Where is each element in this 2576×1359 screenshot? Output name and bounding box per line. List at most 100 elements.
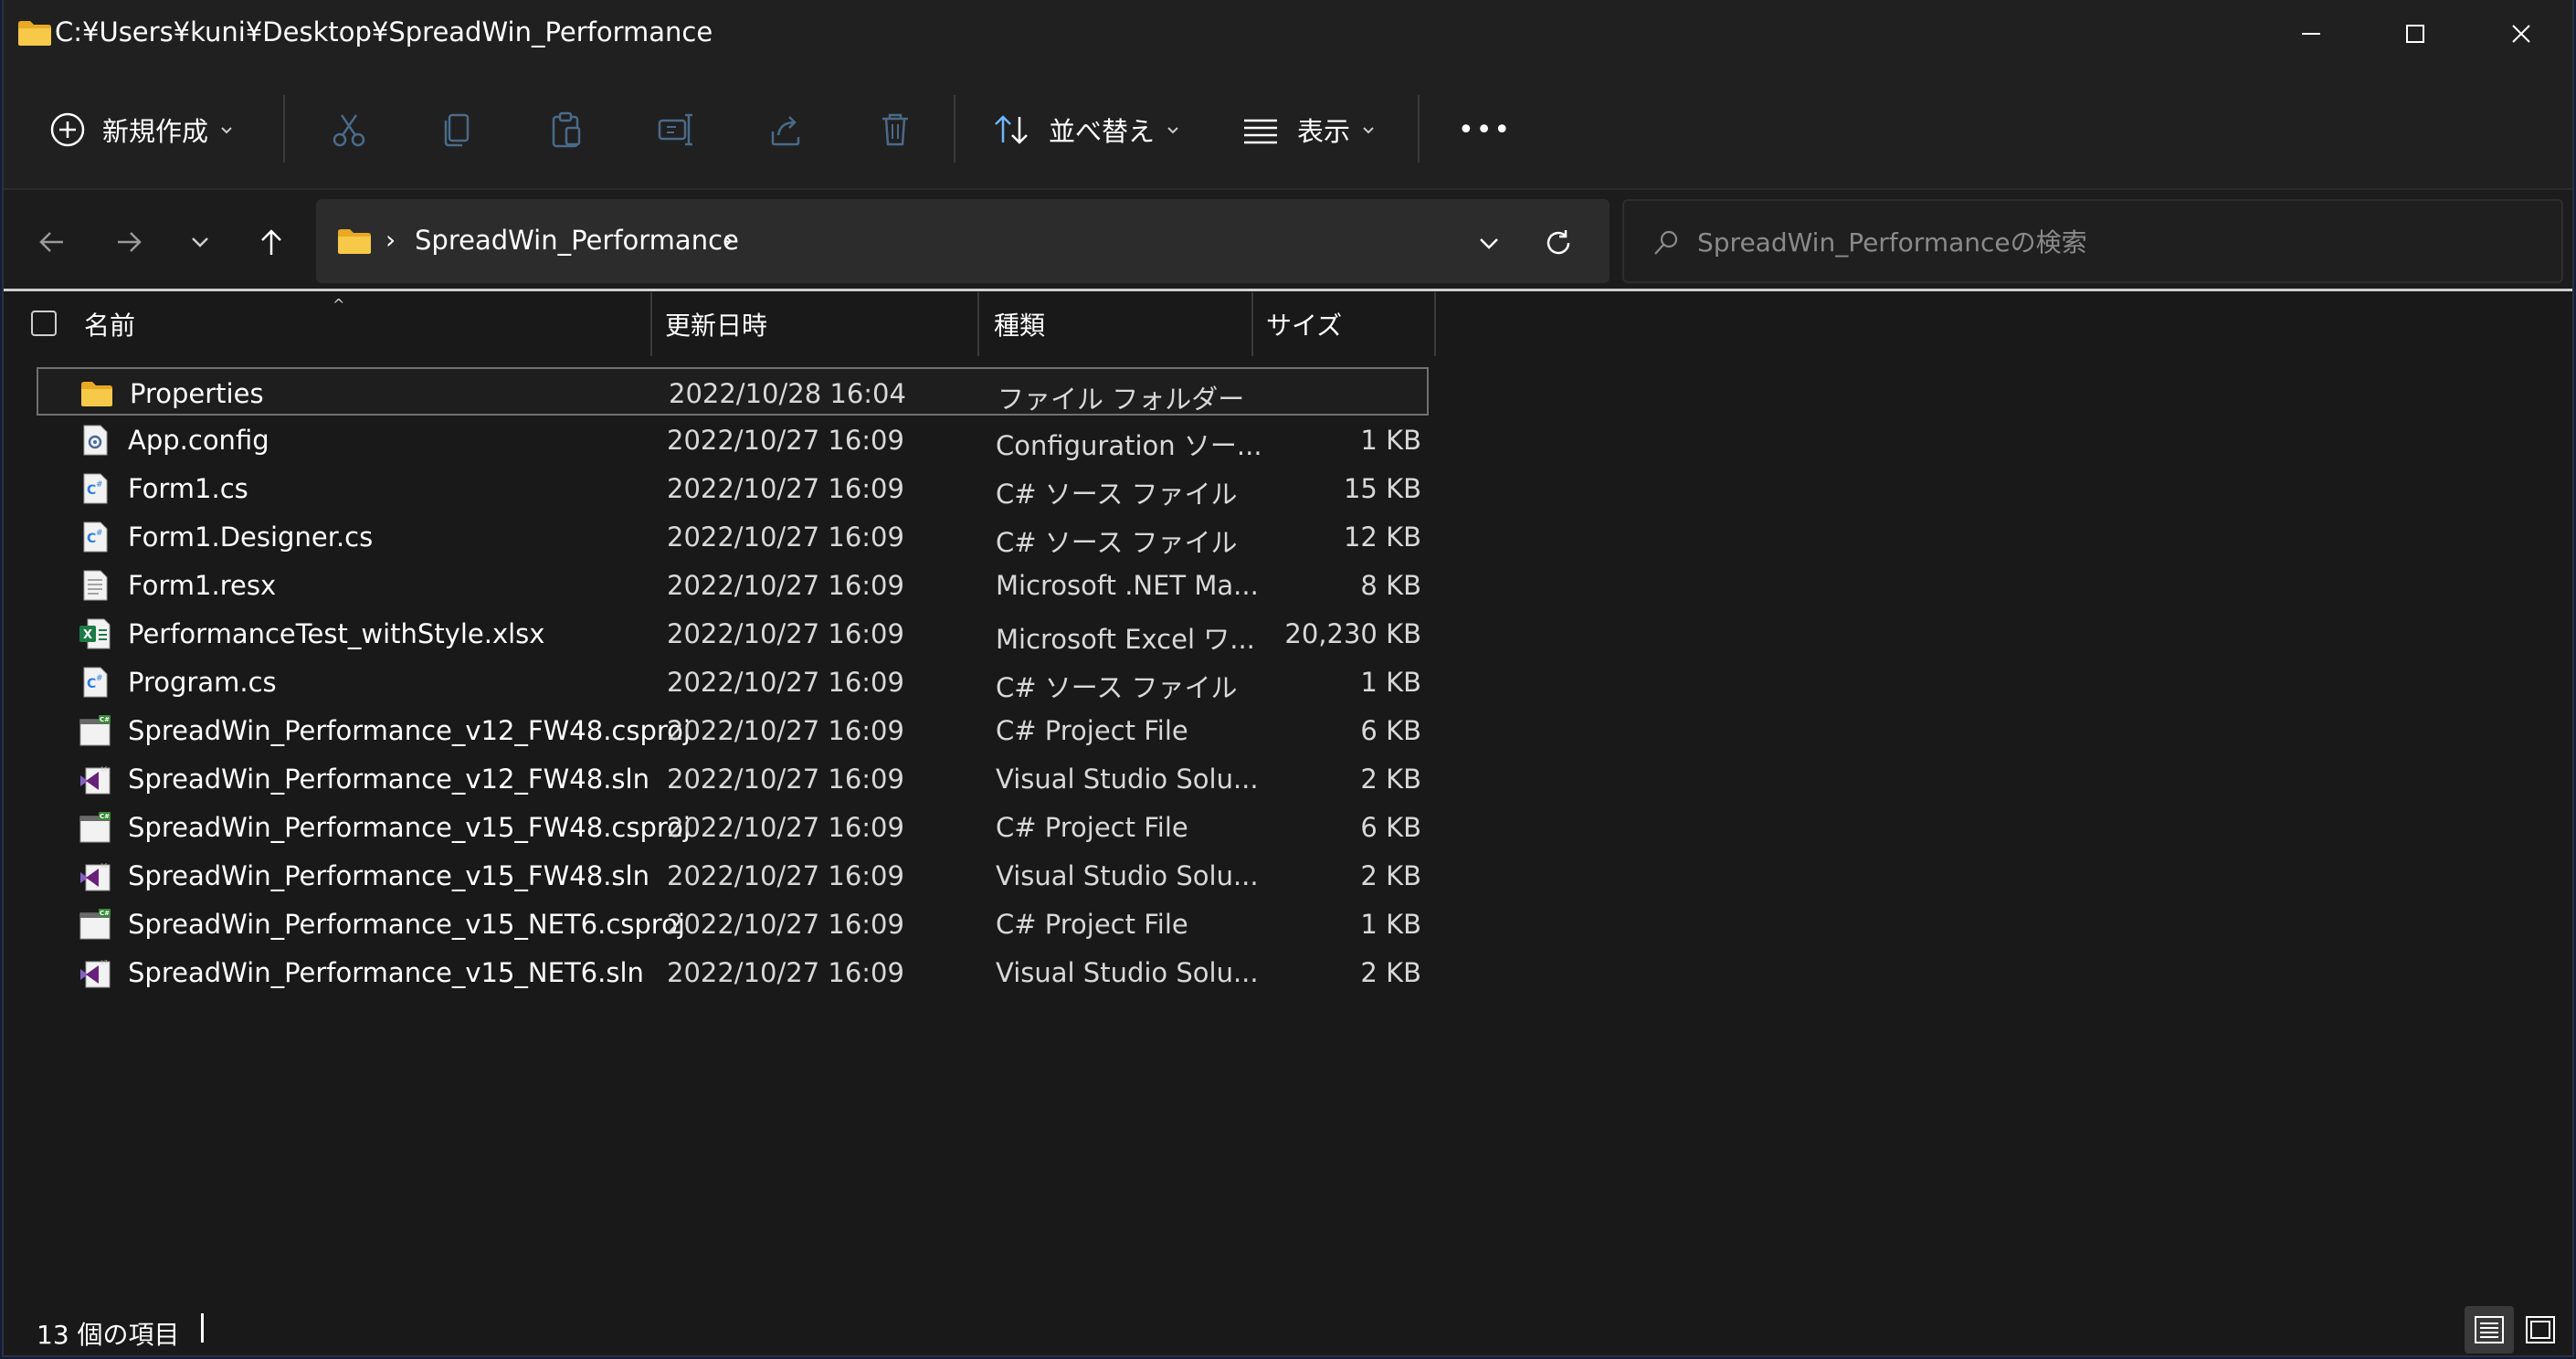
file-name: SpreadWin_Performance_v15_NET6.sln <box>128 957 644 988</box>
list-item[interactable]: C# SpreadWin_Performance_v15_NET6.csproj… <box>37 900 1429 948</box>
title-bar[interactable]: C:¥Users¥kuni¥Desktop¥SpreadWin_Performa… <box>4 0 2572 68</box>
file-date: 2022/10/27 16:09 <box>667 667 904 698</box>
folder-icon <box>81 382 112 406</box>
more-options-icon: ••• <box>1458 113 1513 146</box>
delete-button[interactable] <box>875 106 915 153</box>
file-date: 2022/10/27 16:09 <box>667 618 904 649</box>
breadcrumb-chevron-icon[interactable]: › <box>723 225 734 255</box>
column-header-size[interactable]: サイズ <box>1266 292 1431 356</box>
copy-icon <box>444 113 470 147</box>
file-name: SpreadWin_Performance_v12_FW48.csproj <box>128 715 691 746</box>
file-date: 2022/10/27 16:09 <box>667 425 904 456</box>
new-button[interactable]: 新規作成 <box>49 106 236 153</box>
file-date: 2022/10/27 16:09 <box>667 909 904 940</box>
up-button[interactable] <box>245 216 298 269</box>
file-size: 2 KB <box>1360 957 1421 988</box>
chevron-down-icon <box>221 127 232 134</box>
close-button[interactable] <box>2468 0 2574 68</box>
tiles-view-icon <box>2526 1316 2555 1343</box>
file-type: Microsoft Excel ワ... <box>996 624 1255 655</box>
minimize-icon <box>2302 33 2320 35</box>
csharp-file-icon: C # <box>83 521 108 553</box>
column-divider[interactable] <box>650 292 652 356</box>
list-item[interactable]: 17 SpreadWin_Performance_v15_NET6.sln 20… <box>37 948 1429 996</box>
search-input[interactable] <box>1695 219 2539 265</box>
sort-button[interactable]: 並べ替え <box>992 106 1182 153</box>
file-type: C# ソース ファイル <box>996 479 1238 510</box>
details-view-icon <box>2475 1316 2504 1343</box>
close-icon <box>2512 25 2530 43</box>
file-type: Visual Studio Solu... <box>996 957 1259 988</box>
file-date: 2022/10/27 16:09 <box>667 473 904 504</box>
rename-button[interactable] <box>656 106 696 153</box>
list-item[interactable]: C # Form1.cs 2022/10/27 16:09 C# ソース ファイル… <box>37 464 1429 512</box>
list-item[interactable]: C# SpreadWin_Performance_v12_FW48.csproj… <box>37 706 1429 754</box>
column-header-date[interactable]: 更新日時 <box>665 292 976 356</box>
more-options-button[interactable]: ••• <box>1458 106 1512 153</box>
list-item[interactable]: C # Program.cs 2022/10/27 16:09 C# ソース ファ… <box>37 658 1429 706</box>
svg-text:#: # <box>96 674 103 683</box>
file-size: 1 KB <box>1360 667 1421 698</box>
breadcrumb-chevron-icon[interactable]: › <box>385 225 396 255</box>
window-title: C:¥Users¥kuni¥Desktop¥SpreadWin_Performa… <box>55 16 713 47</box>
vs-solution-icon: 17 <box>80 960 111 988</box>
svg-text:#: # <box>96 480 103 490</box>
column-divider[interactable] <box>1251 292 1253 356</box>
file-name: SpreadWin_Performance_v15_NET6.csproj <box>128 909 685 940</box>
column-header-name[interactable]: 名前 <box>84 292 650 356</box>
copy-button[interactable] <box>438 106 479 153</box>
svg-text:#: # <box>96 529 103 538</box>
refresh-button[interactable] <box>1536 221 1580 265</box>
list-item[interactable]: C # Form1.Designer.cs 2022/10/27 16:09 C#… <box>37 512 1429 561</box>
share-button[interactable] <box>765 106 806 153</box>
list-view-icon <box>1244 119 1277 144</box>
chevron-down-icon <box>192 237 208 248</box>
file-date: 2022/10/27 16:09 <box>667 860 904 891</box>
select-all-checkbox[interactable] <box>31 311 57 336</box>
file-size: 15 KB <box>1343 473 1421 504</box>
vs-solution-icon: 16 <box>80 766 111 795</box>
forward-button[interactable] <box>102 216 155 269</box>
address-dropdown-button[interactable] <box>1467 221 1511 265</box>
navigation-bar: › SpreadWin_Performance › <box>4 190 2572 291</box>
recent-locations-button[interactable] <box>174 216 227 269</box>
column-header-type[interactable]: 種類 <box>994 292 1250 356</box>
maximize-button[interactable] <box>2362 0 2468 68</box>
file-type: C# ソース ファイル <box>996 672 1238 703</box>
trash-icon <box>882 113 908 146</box>
large-icons-view-button[interactable] <box>2516 1306 2565 1354</box>
file-type: Microsoft .NET Ma... <box>996 570 1259 601</box>
scissors-icon <box>333 114 365 147</box>
share-icon <box>771 116 800 146</box>
minimize-button[interactable] <box>2258 0 2364 68</box>
resx-file-icon <box>83 570 108 601</box>
details-view-button[interactable] <box>2465 1306 2514 1354</box>
status-separator <box>201 1313 204 1343</box>
back-button[interactable] <box>26 216 79 269</box>
search-box[interactable] <box>1622 199 2563 283</box>
file-type: Configuration ソー... <box>996 430 1262 461</box>
list-item[interactable]: App.config 2022/10/27 16:09 Configuratio… <box>37 416 1429 464</box>
view-button[interactable]: 表示 <box>1240 106 1378 153</box>
cut-button[interactable] <box>329 106 369 153</box>
list-item[interactable]: X PerformanceTest_withStyle.xlsx 2022/10… <box>37 609 1429 658</box>
list-item[interactable]: 16 SpreadWin_Performance_v15_FW48.sln 20… <box>37 851 1429 900</box>
list-item[interactable]: C# SpreadWin_Performance_v15_FW48.csproj… <box>37 803 1429 851</box>
search-icon <box>1654 230 1678 255</box>
list-item[interactable]: 16 SpreadWin_Performance_v12_FW48.sln 20… <box>37 754 1429 803</box>
paste-button[interactable] <box>546 106 586 153</box>
breadcrumb-item[interactable]: SpreadWin_Performance <box>415 225 739 256</box>
file-name: PerformanceTest_withStyle.xlsx <box>128 618 545 649</box>
vs-solution-icon: 16 <box>80 863 111 891</box>
column-divider[interactable] <box>1434 292 1436 356</box>
file-type: C# Project File <box>996 715 1188 746</box>
list-item[interactable]: Properties 2022/10/28 16:04 ファイル フォルダー <box>37 367 1429 416</box>
address-bar[interactable]: › SpreadWin_Performance › <box>316 199 1610 283</box>
column-divider[interactable] <box>977 292 979 356</box>
file-type: C# ソース ファイル <box>996 527 1238 558</box>
file-date: 2022/10/27 16:09 <box>667 715 904 746</box>
file-name: SpreadWin_Performance_v15_FW48.csproj <box>128 812 691 843</box>
list-item[interactable]: Form1.resx 2022/10/27 16:09 Microsoft .N… <box>37 561 1429 609</box>
file-date: 2022/10/27 16:09 <box>667 521 904 553</box>
command-bar: 新規作成 並べ替え 表示 ••• <box>4 68 2572 190</box>
